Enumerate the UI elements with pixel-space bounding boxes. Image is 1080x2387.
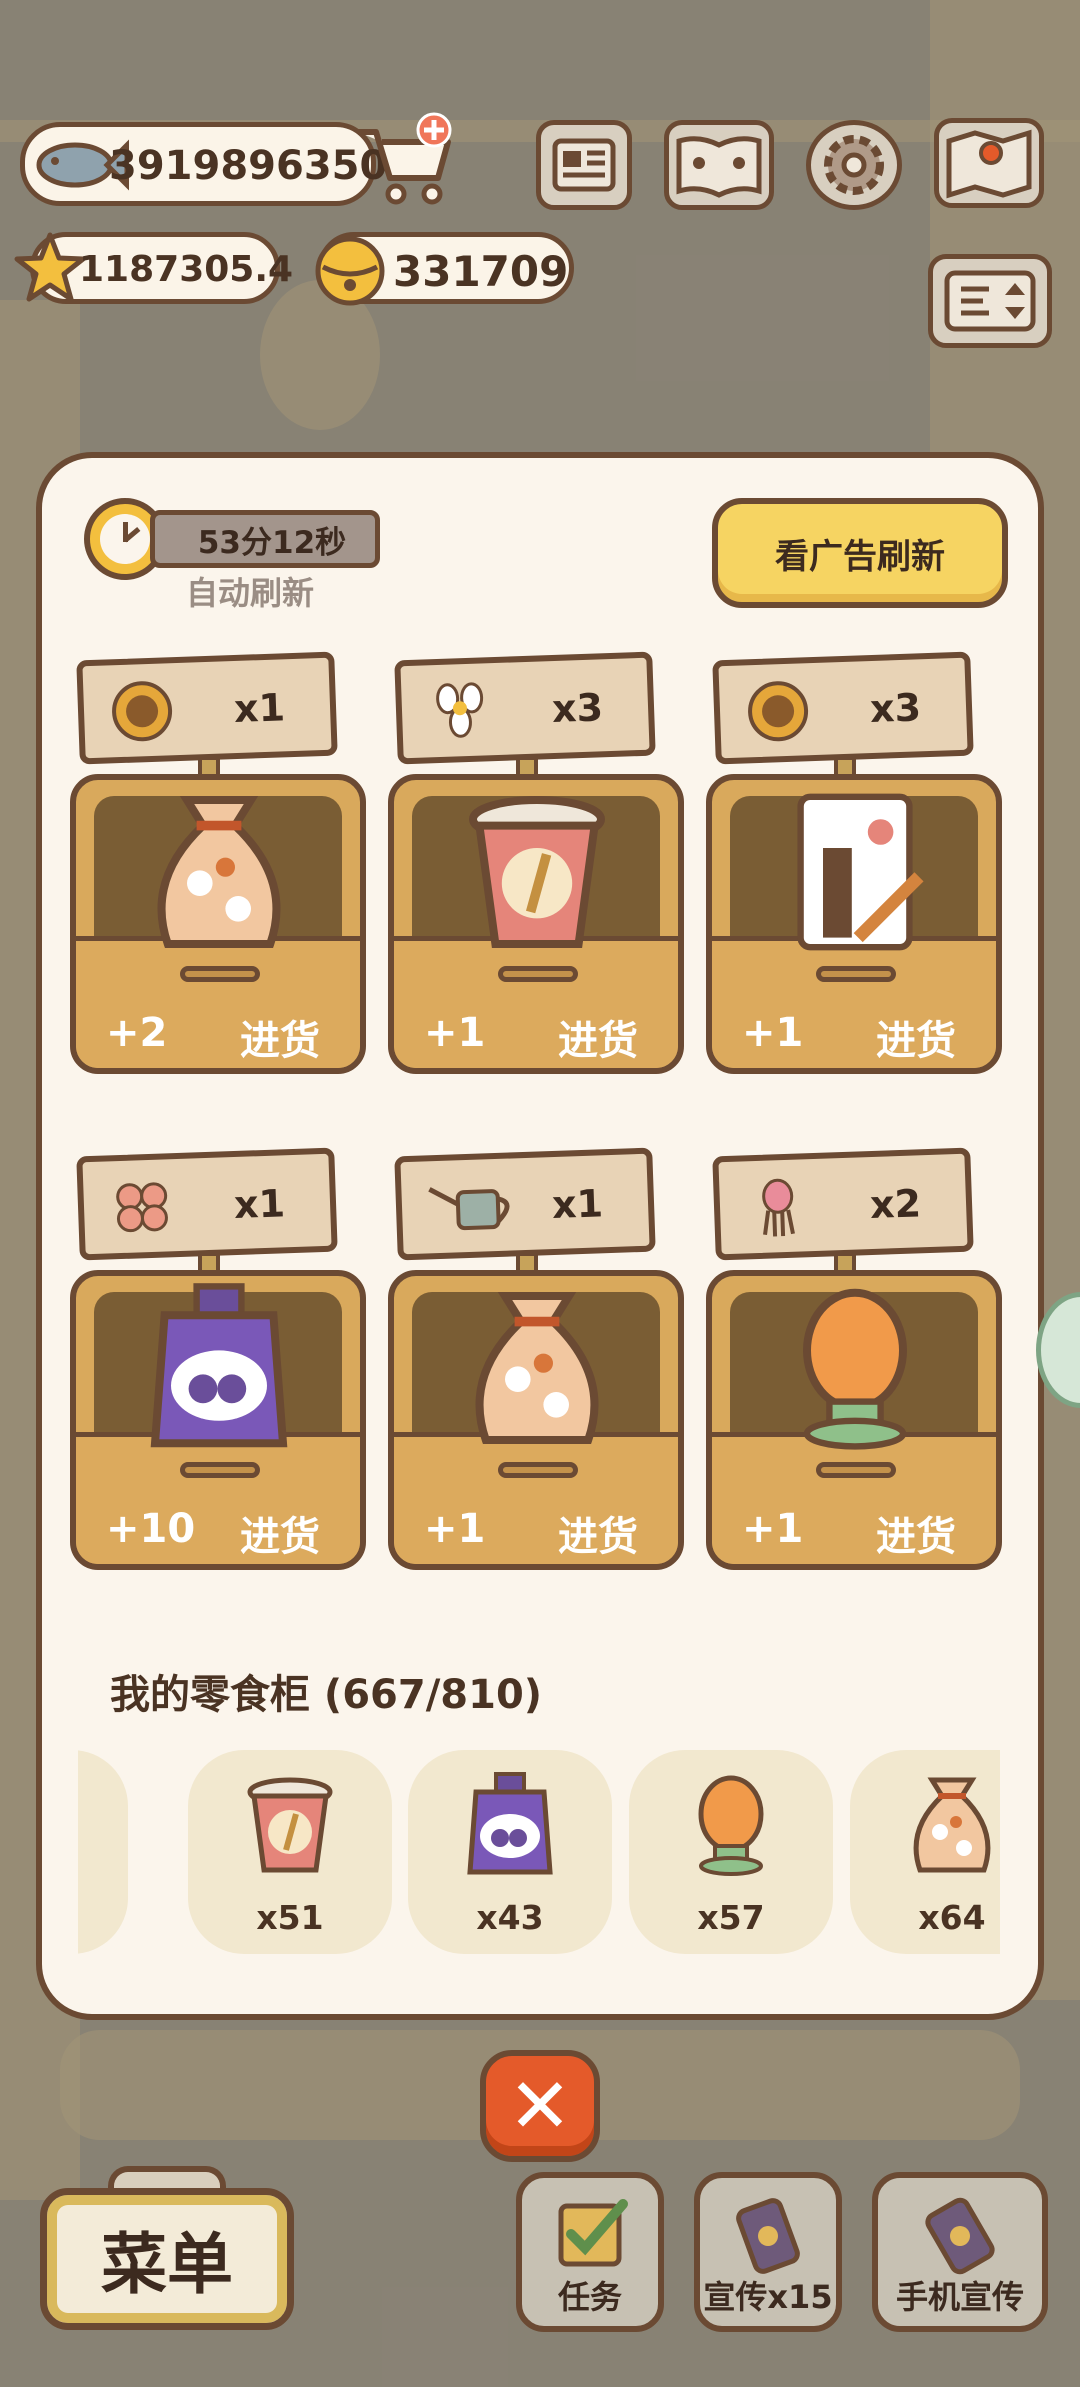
cabinet-item-count: x57 bbox=[697, 1898, 765, 1937]
shop-cart-button[interactable] bbox=[350, 112, 460, 212]
snack-bag-icon bbox=[902, 1770, 1000, 1880]
settings-button[interactable] bbox=[806, 120, 902, 210]
sort-button[interactable] bbox=[928, 254, 1052, 348]
cost-quantity: x2 bbox=[869, 1181, 922, 1228]
snack-bag-icon bbox=[412, 1280, 662, 1480]
price-sign: x1 bbox=[394, 1147, 656, 1261]
cabinet-item-count: x51 bbox=[256, 1898, 324, 1937]
tasks-label: 任务 bbox=[557, 2278, 622, 2316]
cabinet-item[interactable]: x57 bbox=[629, 1750, 833, 1954]
grape-juice-pouch-icon bbox=[460, 1770, 560, 1880]
price-sign: x3 bbox=[712, 651, 974, 765]
star-icon bbox=[14, 232, 86, 302]
phone-icon bbox=[736, 2198, 800, 2274]
snack-cabinet-shelf[interactable]: 8 x51 x43 x57 x64 bbox=[78, 1750, 1000, 1955]
refresh-countdown: 53分12秒 bbox=[150, 510, 380, 568]
menu-button[interactable]: 菜单 bbox=[40, 2188, 294, 2330]
cost-quantity: x1 bbox=[233, 1181, 286, 1228]
map-icon bbox=[946, 129, 1032, 199]
fish-currency-pill: 3919896350 bbox=[20, 122, 387, 206]
price-sign: x1 bbox=[76, 1147, 338, 1261]
price-sign: x3 bbox=[394, 651, 656, 765]
fish-currency-value: 3919896350 bbox=[109, 143, 388, 189]
gear-icon bbox=[824, 135, 884, 195]
daisy-icon bbox=[423, 677, 497, 745]
instant-noodle-cup-icon bbox=[412, 784, 662, 984]
phone-promo-label: 手机宣传 bbox=[895, 2278, 1024, 2316]
promo-label: 宣传x15 bbox=[703, 2278, 833, 2316]
snack-cabinet-title: 我的零食柜 (667/810) bbox=[110, 1672, 543, 1718]
news-button[interactable] bbox=[536, 120, 632, 210]
close-button[interactable]: ✕ bbox=[480, 2050, 600, 2162]
paw-book-icon bbox=[676, 136, 762, 198]
shop-slot[interactable]: x2 +1 进货 bbox=[706, 1147, 1006, 1592]
cabinet-item[interactable]: x64 bbox=[850, 1750, 1000, 1954]
checklist-icon bbox=[558, 2199, 628, 2267]
cost-quantity: x1 bbox=[551, 1181, 604, 1228]
coral-flower-icon bbox=[105, 1173, 179, 1241]
instant-noodle-cup-icon bbox=[240, 1770, 340, 1880]
biscuit-stick-pack-icon bbox=[730, 784, 980, 984]
star-currency-value: 1187305.4 bbox=[79, 249, 294, 290]
phone-promo-button[interactable]: 手机宣传 bbox=[872, 2172, 1048, 2332]
sunflower-icon bbox=[741, 677, 815, 745]
pacifier-candy-icon bbox=[730, 1280, 980, 1480]
auto-refresh-label: 自动刷新 bbox=[186, 574, 315, 612]
price-sign: x2 bbox=[712, 1147, 974, 1261]
phone-icon bbox=[925, 2197, 995, 2275]
cabinet-item[interactable]: x51 bbox=[188, 1750, 392, 1954]
shop-slot[interactable]: x3 +1 进货 bbox=[388, 651, 688, 1096]
snack-bag-icon bbox=[94, 784, 344, 984]
sort-toggle-icon bbox=[944, 270, 1036, 332]
star-currency-pill: 1187305.4 bbox=[14, 232, 293, 304]
shop-slot[interactable]: x1 +2 进货 bbox=[70, 651, 370, 1096]
bell-icon bbox=[315, 236, 385, 306]
cabinet-item-count: x43 bbox=[476, 1898, 544, 1937]
watch-ad-refresh-button[interactable]: 看广告刷新 bbox=[712, 498, 1008, 608]
catalog-button[interactable] bbox=[664, 120, 774, 210]
cost-quantity: x3 bbox=[869, 685, 922, 732]
shop-slot[interactable]: x1 +10 进货 bbox=[70, 1147, 370, 1592]
cost-quantity: x3 bbox=[551, 685, 604, 732]
grape-juice-pouch-icon bbox=[94, 1280, 344, 1480]
promo-button[interactable]: 宣传x15 bbox=[694, 2172, 842, 2332]
bell-currency-pill: 331709 bbox=[315, 232, 574, 306]
bell-currency-value: 331709 bbox=[393, 247, 569, 296]
map-button[interactable] bbox=[934, 118, 1044, 208]
watering-can-icon bbox=[423, 1173, 510, 1241]
tasks-button[interactable]: 任务 bbox=[516, 2172, 664, 2332]
cabinet-item[interactable]: x43 bbox=[408, 1750, 612, 1954]
cabinet-item[interactable]: 8 bbox=[78, 1750, 128, 1954]
price-sign: x1 bbox=[76, 651, 338, 765]
sunflower-icon bbox=[105, 677, 179, 745]
cost-quantity: x1 bbox=[233, 685, 286, 732]
squid-icon bbox=[741, 1173, 815, 1241]
shop-slot[interactable]: x3 +1 进货 bbox=[706, 651, 1006, 1096]
newspaper-icon bbox=[552, 138, 616, 192]
shop-slot[interactable]: x1 +1 进货 bbox=[388, 1147, 688, 1592]
pacifier-candy-icon bbox=[681, 1770, 781, 1880]
cart-add-icon bbox=[358, 112, 452, 205]
cabinet-item-count: 8 bbox=[78, 1898, 128, 1937]
cabinet-item-count: x64 bbox=[918, 1898, 986, 1937]
